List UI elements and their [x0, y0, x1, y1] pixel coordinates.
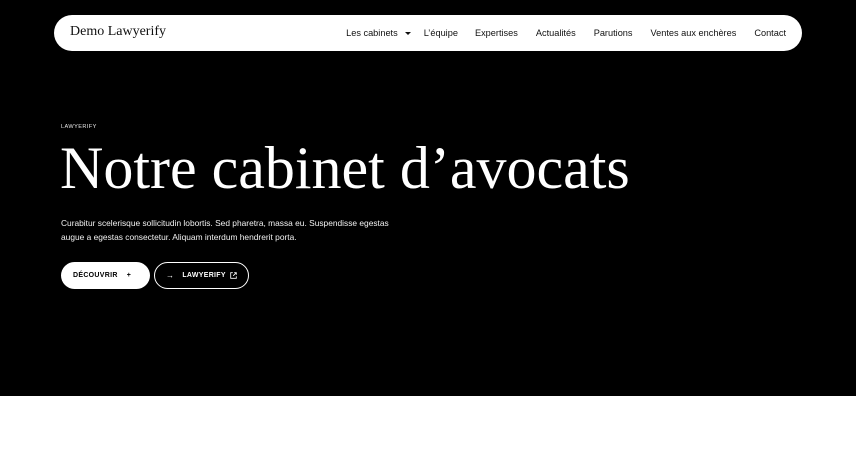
nav-item-equipe[interactable]: L’équipe: [424, 28, 458, 38]
button-label: LAWYERIFY: [182, 272, 226, 279]
button-label: DÉCOUVRIR: [73, 272, 118, 279]
hero-eyebrow: LAWYERIFY: [61, 124, 97, 130]
external-link-icon: [230, 272, 237, 279]
nav-item-contact[interactable]: Contact: [754, 28, 786, 38]
arrow-right-icon: →: [166, 271, 175, 280]
nav-item-actualites[interactable]: Actualités: [536, 28, 576, 38]
page-title: Notre cabinet d’avocats: [60, 135, 630, 201]
plus-icon: +: [126, 272, 132, 279]
chevron-down-icon: [404, 31, 411, 35]
nav-item-label: Les cabinets: [346, 28, 398, 38]
lawyerify-link-button[interactable]: → LAWYERIFY: [154, 262, 249, 289]
nav-item-parutions[interactable]: Parutions: [594, 28, 633, 38]
hero-lead-text: Curabitur scelerisque sollicitudin lobor…: [61, 218, 389, 242]
nav-item-expertises[interactable]: Expertises: [475, 28, 518, 38]
top-navbar: Demo Lawyerify Les cabinets L’équipe Exp…: [54, 15, 802, 51]
nav-item-les-cabinets[interactable]: Les cabinets: [346, 28, 411, 38]
brand-logo-link[interactable]: Demo Lawyerify: [70, 24, 166, 40]
main-menu: Les cabinets L’équipe Expertises Actuali…: [346, 15, 786, 51]
hero-section: Demo Lawyerify Les cabinets L’équipe Exp…: [0, 0, 856, 396]
nav-item-ventes-aux-encheres[interactable]: Ventes aux enchères: [651, 28, 737, 38]
decouvrir-button[interactable]: DÉCOUVRIR +: [61, 262, 150, 289]
